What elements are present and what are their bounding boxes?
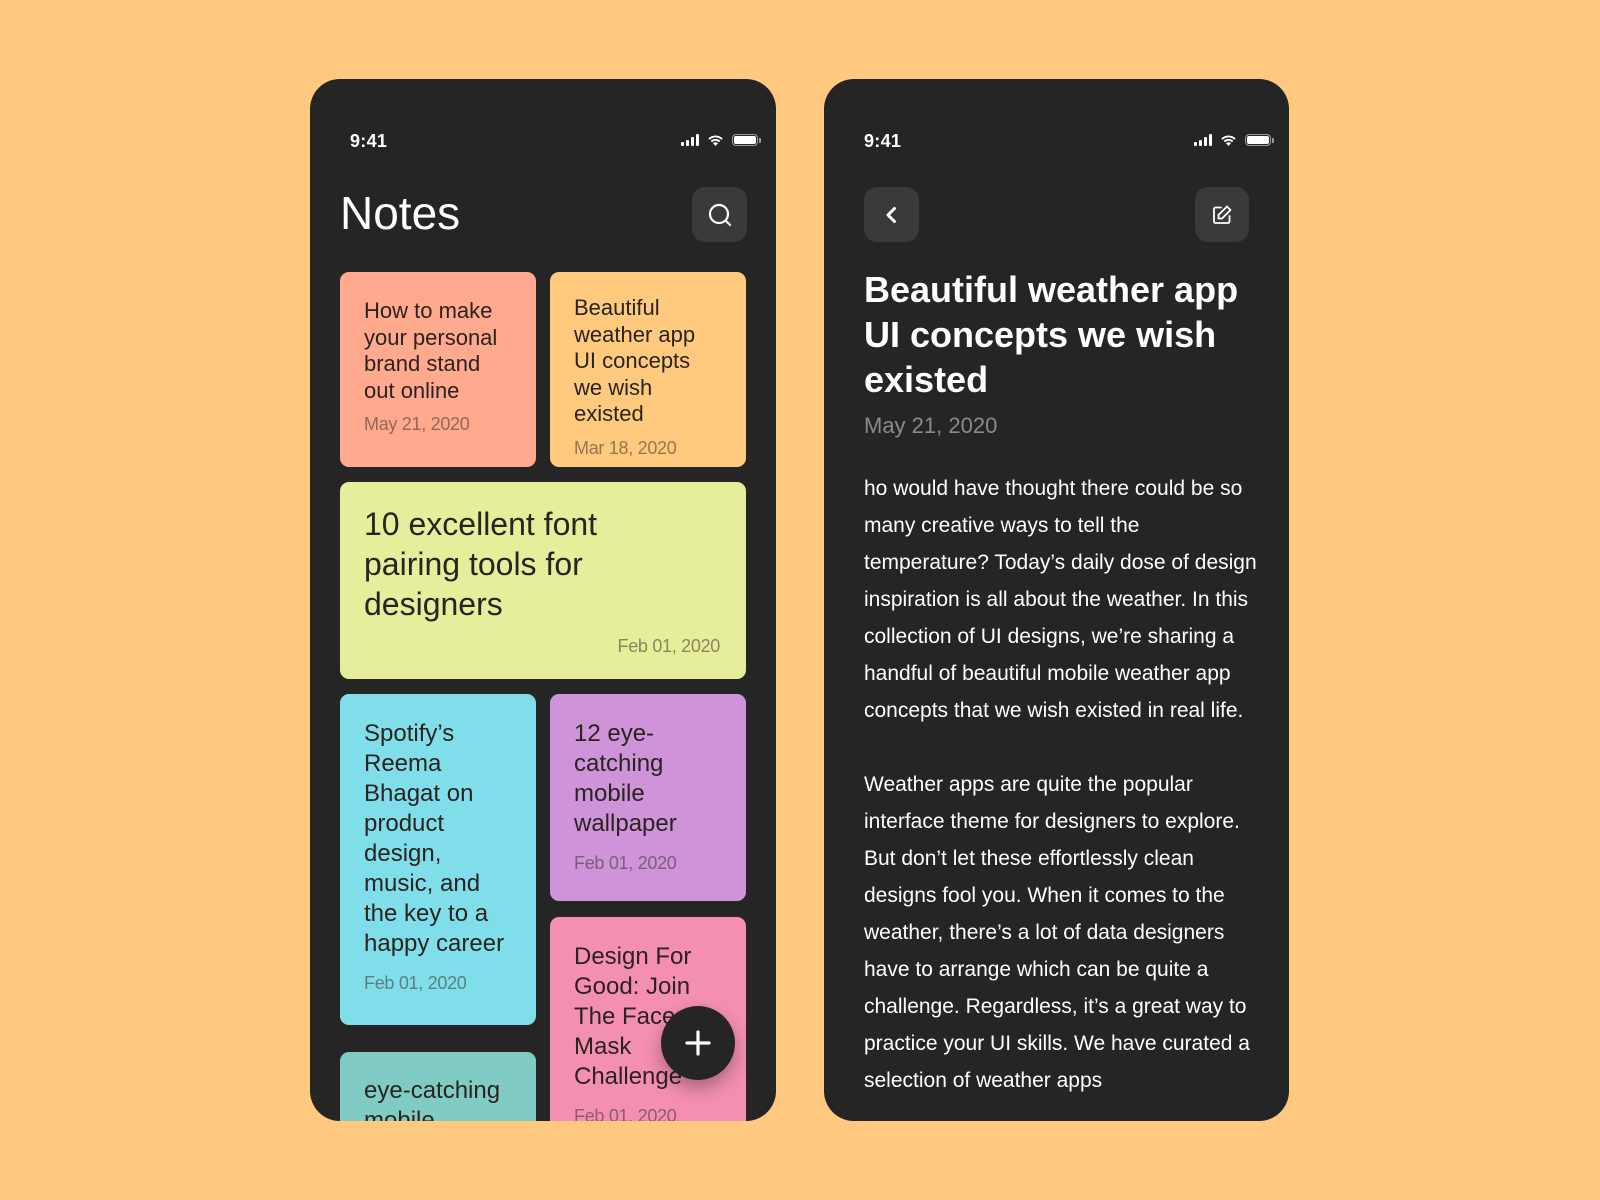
note-title: Beautiful weather app UI concepts we wis… [574, 295, 696, 426]
note-title: Spotify’s Reema Bhagat on product design… [364, 720, 505, 957]
search-icon [708, 203, 731, 226]
plus-icon [685, 1030, 711, 1056]
note-date: May 21, 2020 [864, 413, 998, 438]
note-title: 12 eye-catching mobile wallpaper [574, 720, 677, 837]
note-date: May 21, 2020 [364, 414, 470, 434]
status-time: 9:41 [864, 131, 902, 151]
note-card[interactable]: 12 eye-catching mobile wallpaper Feb 01,… [550, 694, 746, 901]
note-title: How to make your personal brand stand ou… [364, 298, 498, 403]
search-button[interactable] [692, 187, 747, 242]
note-date: Feb 01, 2020 [364, 973, 467, 993]
status-icons [681, 133, 761, 147]
edit-button[interactable] [1195, 187, 1249, 242]
edit-icon [1213, 205, 1232, 224]
note-date: Feb 01, 2020 [574, 853, 677, 873]
note-title: 10 excellent font pairing tools for desi… [364, 506, 598, 622]
wifi-icon [1221, 135, 1236, 146]
back-button[interactable] [864, 187, 919, 242]
note-card[interactable]: Beautiful weather app UI concepts we wis… [550, 272, 746, 467]
note-paragraph: ho would have thought there could be so … [864, 477, 1257, 722]
status-time: 9:41 [350, 131, 388, 151]
note-title: Beautiful weather app UI concepts we wis… [864, 269, 1239, 400]
note-card[interactable]: How to make your personal brand stand ou… [340, 272, 536, 467]
note-card[interactable]: 10 excellent font pairing tools for desi… [340, 482, 746, 679]
note-date: Feb 01, 2020 [617, 636, 721, 656]
signal-icon [681, 134, 699, 146]
note-body: ho would have thought there could be so … [864, 470, 1264, 1121]
battery-icon [1245, 134, 1274, 146]
signal-icon [1194, 134, 1212, 146]
notes-list-screen: 9:41 Notes How to make your personal bra… [310, 79, 776, 1121]
page-title: Notes [340, 187, 461, 239]
note-card[interactable]: Spotify’s Reema Bhagat on product design… [340, 694, 536, 1025]
note-date: Feb 01, 2020 [574, 1106, 677, 1121]
note-card[interactable]: eye-catching mobile [340, 1052, 536, 1121]
note-paragraph: Weather apps are quite the popular inter… [864, 773, 1250, 1092]
battery-icon [732, 134, 761, 146]
wifi-icon [708, 135, 723, 146]
note-date: Mar 18, 2020 [574, 437, 677, 458]
chevron-left-icon [886, 206, 896, 223]
status-icons [1194, 133, 1274, 147]
note-title: eye-catching mobile [364, 1077, 501, 1121]
note-detail-screen: 9:41 Beautiful weather app UI concepts w… [824, 79, 1289, 1121]
add-note-button[interactable] [661, 1006, 735, 1080]
